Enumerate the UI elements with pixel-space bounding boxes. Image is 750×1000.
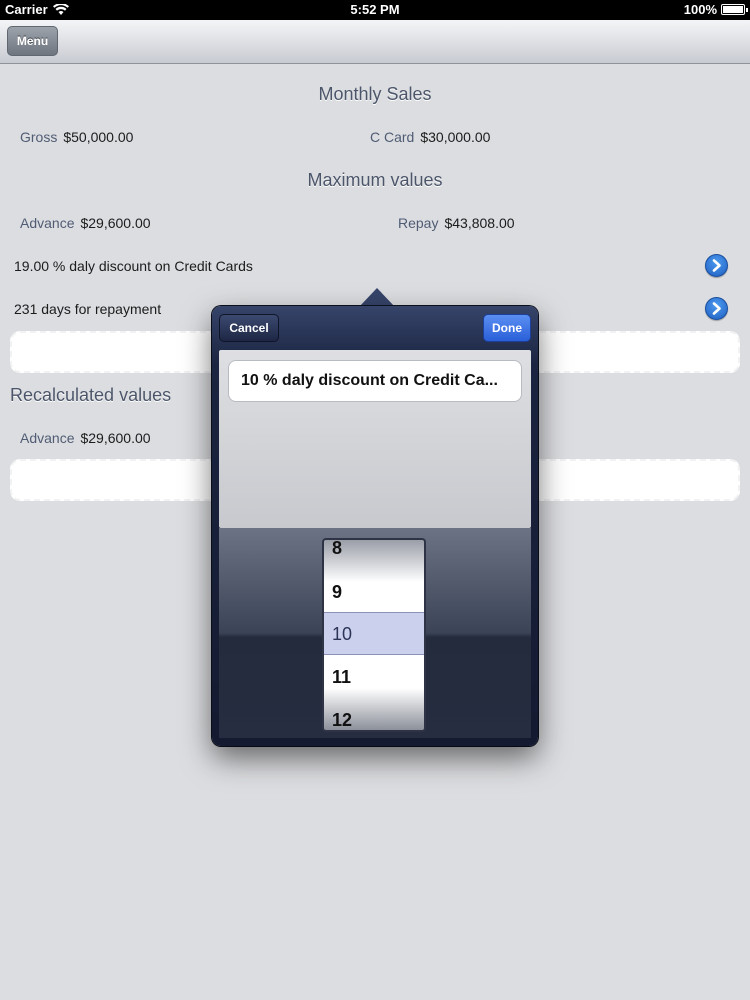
status-bar: Carrier 5:52 PM 100%: [0, 0, 750, 20]
chevron-right-icon: [712, 302, 721, 315]
battery-icon: [721, 4, 748, 15]
advance-value: $29,600.00: [80, 215, 151, 231]
monthly-sales-title: Monthly Sales: [318, 84, 432, 104]
picker-item[interactable]: 9: [332, 582, 412, 603]
repay-field: Repay $43,808.00: [398, 215, 515, 231]
battery-indicator: 100%: [683, 2, 748, 17]
discount-disclosure-button[interactable]: [705, 254, 728, 277]
recalc-advance-label: Advance: [20, 430, 75, 446]
gross-value: $50,000.00: [63, 129, 134, 145]
ccard-field: C Card $30,000.00: [370, 129, 490, 145]
picker-item[interactable]: 12: [332, 710, 412, 730]
menu-button[interactable]: Menu: [7, 26, 58, 56]
recalc-advance-field: Advance $29,600.00: [20, 430, 151, 446]
picker-wheel[interactable]: 8 9 10 11 12: [322, 538, 426, 732]
picker-item[interactable]: 11: [332, 667, 412, 688]
picker-popover: Cancel Done 10 % daly discount on Credit…: [212, 306, 538, 746]
popover-arrow: [359, 288, 395, 307]
gross-label: Gross: [20, 129, 58, 145]
ccard-value: $30,000.00: [420, 129, 491, 145]
days-disclosure-button[interactable]: [705, 297, 728, 320]
recalculated-values-title: Recalculated values: [10, 385, 172, 405]
navigation-bar: Menu: [0, 20, 750, 64]
battery-percent: 100%: [683, 2, 717, 17]
repay-value: $43,808.00: [444, 215, 515, 231]
recalc-advance-value: $29,600.00: [80, 430, 151, 446]
clock: 5:52 PM: [350, 2, 400, 17]
discount-value-field[interactable]: 10 % daly discount on Credit Ca...: [228, 360, 522, 402]
done-button[interactable]: Done: [483, 314, 531, 342]
advance-label: Advance: [20, 215, 75, 231]
cancel-button[interactable]: Cancel: [219, 314, 279, 342]
days-row-text[interactable]: 231 days for repayment: [14, 301, 161, 317]
picker-item-selected[interactable]: 10: [332, 624, 412, 645]
gross-field: Gross $50,000.00: [20, 129, 133, 145]
advance-field: Advance $29,600.00: [20, 215, 151, 231]
popover-content: 10 % daly discount on Credit Ca...: [219, 350, 531, 528]
discount-row-text[interactable]: 19.00 % daly discount on Credit Cards: [14, 258, 253, 274]
chevron-right-icon: [712, 259, 721, 272]
repay-label: Repay: [398, 215, 439, 231]
maximum-values-title: Maximum values: [307, 170, 443, 190]
picker-area: 8 9 10 11 12: [219, 528, 531, 738]
ccard-label: C Card: [370, 129, 415, 145]
picker-item[interactable]: 8: [332, 540, 412, 559]
